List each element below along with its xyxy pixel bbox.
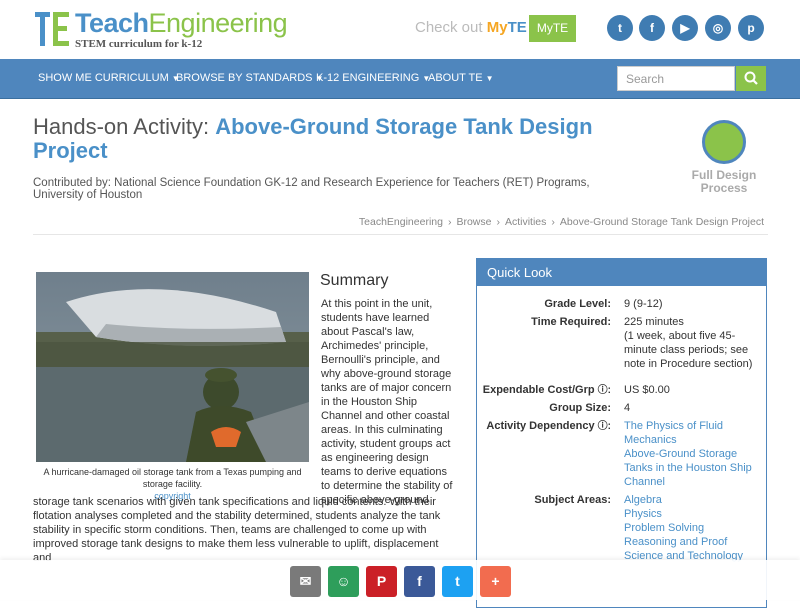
google-classroom-icon[interactable]: ☺	[328, 566, 359, 597]
myte-button[interactable]: MyTE	[529, 15, 576, 42]
breadcrumb-current: Above-Ground Storage Tank Design Project	[559, 216, 764, 228]
pinterest-icon[interactable]: P	[366, 566, 397, 597]
site-header: TeachEngineering STEM curriculum for k-1…	[0, 0, 800, 58]
summary-heading: Summary	[320, 272, 389, 289]
quick-look-panel: Quick Look Grade Level: 9 (9-12) Time Re…	[476, 258, 767, 608]
main-navigation: SHOW ME CURRICULUM ▼ BROWSE BY STANDARDS ▼…	[0, 59, 800, 99]
logo-tagline: STEM curriculum for k-12	[75, 38, 203, 50]
nav-show-me-curriculum[interactable]: SHOW ME CURRICULUM ▼	[38, 72, 180, 84]
summary-text-continued: storage tank scenarios with given tank s…	[33, 496, 441, 564]
nav-about-te[interactable]: ABOUT TE ▼	[428, 72, 494, 84]
youtube-icon[interactable]: ▶	[672, 15, 698, 41]
search-button[interactable]	[736, 66, 766, 91]
email-icon[interactable]: ✉	[290, 566, 321, 597]
breadcrumb-teachengineering[interactable]: TeachEngineering	[359, 216, 443, 228]
summary-text: At this point in the unit, students have…	[321, 298, 453, 506]
design-process-icon	[702, 120, 746, 164]
breadcrumb-browse[interactable]: Browse	[456, 216, 491, 228]
facebook-icon[interactable]: f	[639, 15, 665, 41]
facebook-icon[interactable]: f	[404, 566, 435, 597]
search-input[interactable]: Search	[617, 66, 735, 91]
contributed-by: Contributed by: National Science Foundat…	[33, 177, 590, 201]
subject-link[interactable]: Reasoning and Proof	[624, 535, 760, 549]
pinterest-icon[interactable]: p	[738, 15, 764, 41]
subject-link[interactable]: Problem Solving	[624, 521, 760, 535]
checkout-myte-promo: Check out MyTE	[415, 19, 527, 36]
nav-browse-by-standards[interactable]: BROWSE BY STANDARDS ▼	[176, 72, 323, 84]
more-plus-icon[interactable]: +	[480, 566, 511, 597]
divider	[33, 234, 768, 235]
twitter-icon[interactable]: t	[607, 15, 633, 41]
info-icon[interactable]: ⓘ:	[598, 385, 611, 396]
share-bar: ✉ ☺ P f t +	[0, 560, 800, 600]
twitter-icon[interactable]: t	[442, 566, 473, 597]
te-logo-icon	[35, 12, 69, 46]
activity-photo	[36, 272, 309, 462]
quick-look-heading: Quick Look	[477, 259, 766, 286]
page-title: Hands-on Activity: Above-Ground Storage …	[33, 114, 593, 163]
instagram-icon[interactable]: ◎	[705, 15, 731, 41]
dependency-link[interactable]: The Physics of Fluid Mechanics	[624, 419, 760, 447]
info-icon[interactable]: ⓘ:	[598, 421, 611, 432]
search-icon	[744, 71, 758, 85]
subject-link[interactable]: Algebra	[624, 493, 760, 507]
dependency-link[interactable]: Above-Ground Storage Tanks in the Housto…	[624, 447, 760, 489]
full-design-process-badge[interactable]: Full Design Process	[690, 120, 758, 195]
subject-link[interactable]: Physics	[624, 507, 760, 521]
nav-k12-engineering[interactable]: K-12 ENGINEERING ▼	[316, 72, 430, 84]
breadcrumb: TeachEngineering › Browse › Activities › Above…	[358, 216, 764, 228]
breadcrumb-activities[interactable]: Activities	[505, 216, 546, 228]
chevron-down-icon: ▼	[485, 74, 494, 83]
logo-wordmark: TeachEngineering	[75, 8, 288, 38]
